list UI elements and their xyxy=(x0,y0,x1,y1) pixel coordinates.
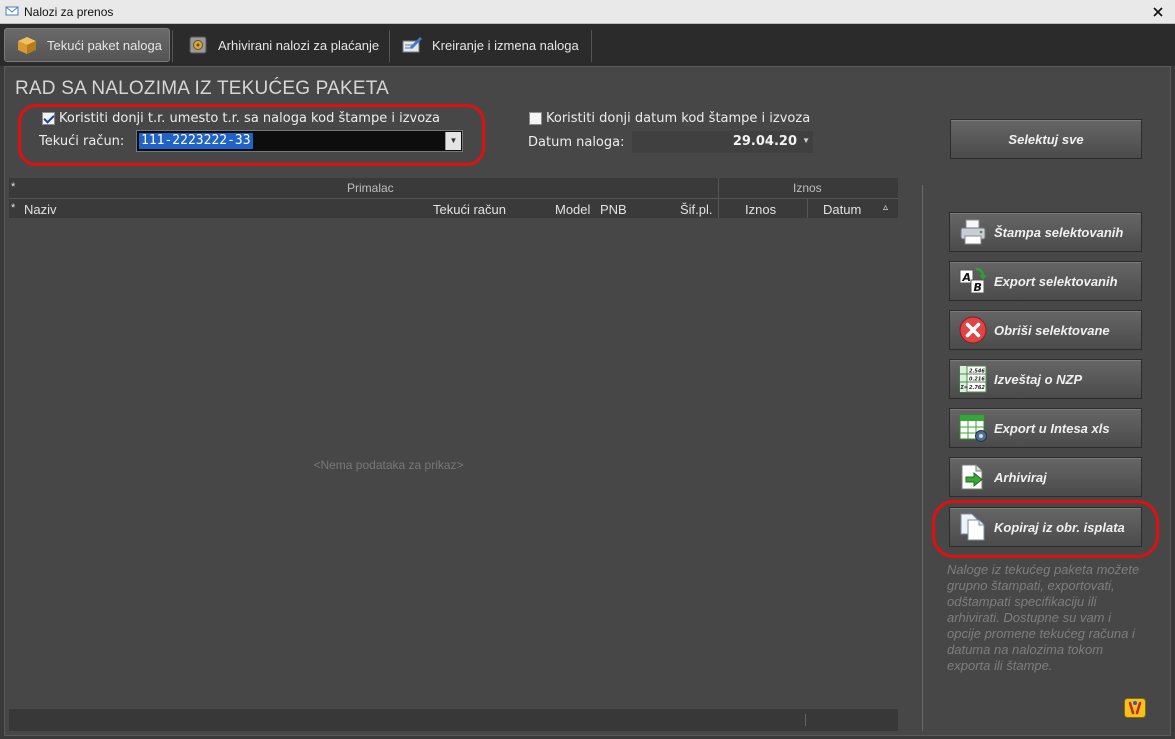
copy-from-payouts-label: Kopiraj iz obr. isplata xyxy=(994,519,1125,535)
tab-archived-orders[interactable]: Arhivirani nalozi za plaćanje xyxy=(176,28,388,62)
tab-strip: Tekući paket naloga Arhivirani nalozi za… xyxy=(0,24,1175,66)
main-panel: RAD SA NALOZIMA IZ TEKUĆEG PAKETA Korist… xyxy=(4,66,1171,736)
panel-divider xyxy=(922,185,923,731)
app-icon xyxy=(5,6,19,16)
tab-create-edit-orders[interactable]: Kreiranje i izmena naloga xyxy=(390,28,590,62)
export-selected-button[interactable]: A B Export selektovanih xyxy=(949,261,1142,301)
column-header-tekuci-racun[interactable]: Tekući račun xyxy=(433,202,506,217)
sort-ascending-icon[interactable]: ▵ xyxy=(883,202,888,213)
window-title: Nalozi za prenos xyxy=(24,5,114,19)
use-account-label: Koristiti donji t.r. umesto t.r. sa nalo… xyxy=(59,111,440,126)
tab-label: Kreiranje i izmena naloga xyxy=(432,37,579,53)
column-header-datum[interactable]: Datum xyxy=(823,202,861,217)
column-header-naziv[interactable]: Naziv xyxy=(24,202,57,217)
archive-label: Arhiviraj xyxy=(994,469,1047,485)
print-selected-label: Štampa selektovanih xyxy=(994,224,1124,240)
use-account-checkbox[interactable] xyxy=(42,112,55,125)
footer-separator xyxy=(805,714,806,726)
report-icon-value: 0.216 xyxy=(969,377,985,383)
svg-text:B: B xyxy=(974,281,982,294)
printer-icon xyxy=(960,219,986,245)
date-value: 29.04.20 xyxy=(732,134,797,149)
group-row-marker: * xyxy=(11,181,16,193)
account-combobox[interactable]: 111-2223222-33 ▼ xyxy=(136,130,463,152)
export-selected-label: Export selektovanih xyxy=(994,273,1118,289)
select-all-label: Selektuj sve xyxy=(1008,131,1084,147)
column-header-pnb[interactable]: PNB xyxy=(600,202,627,217)
chevron-down-icon[interactable]: ▼ xyxy=(802,136,810,145)
archive-button[interactable]: Arhiviraj xyxy=(949,457,1142,497)
report-icon-value: 2.546 xyxy=(969,369,985,375)
package-icon xyxy=(18,37,36,54)
tab-separator xyxy=(591,30,592,62)
column-separator xyxy=(807,198,808,218)
help-text: Naloge iz tekućeg paketa možete grupno š… xyxy=(947,562,1140,673)
column-header-model[interactable]: Model xyxy=(555,202,590,217)
column-header-iznos[interactable]: Iznos xyxy=(745,202,776,217)
nzp-report-button[interactable]: 2.546 0.216 Σ= 2.762 Izveštaj o NZP xyxy=(949,359,1142,399)
empty-grid-message: <Nema podataka za prikaz> xyxy=(313,458,464,472)
date-label: Datum naloga: xyxy=(528,135,625,150)
group-header-primalac: Primalac xyxy=(347,181,394,195)
use-date-checkbox[interactable] xyxy=(529,112,542,125)
report-icon-value: 2.762 xyxy=(969,385,985,391)
row-marker-header: * xyxy=(11,202,16,214)
grid-body[interactable]: <Nema podataka za prikaz> xyxy=(9,218,898,709)
close-icon[interactable] xyxy=(1149,3,1167,21)
tab-separator xyxy=(172,30,173,62)
select-all-button[interactable]: Selektuj sve xyxy=(950,119,1142,159)
date-picker[interactable]: 29.04.20 ▼ xyxy=(632,131,813,153)
report-icon-sum: Σ= xyxy=(961,385,969,391)
archive-safe-icon xyxy=(189,36,207,54)
spreadsheet-gear-icon xyxy=(959,414,987,442)
group-header-iznos: Iznos xyxy=(793,181,822,195)
archive-arrow-icon xyxy=(961,464,983,490)
delete-selected-button[interactable]: Obriši selektovane xyxy=(949,310,1142,350)
delete-icon xyxy=(959,316,987,344)
edit-document-icon xyxy=(402,37,422,53)
delete-selected-label: Obriši selektovane xyxy=(994,322,1110,338)
copy-icon xyxy=(960,513,985,541)
export-intesa-label: Export u Intesa xls xyxy=(994,420,1110,436)
tab-label: Tekući paket naloga xyxy=(47,37,162,53)
export-ab-icon: A B xyxy=(959,267,987,294)
chevron-down-icon[interactable]: ▼ xyxy=(445,132,461,150)
use-date-label: Koristiti donji datum kod štampe i izvoz… xyxy=(546,111,811,126)
tab-label: Arhivirani nalozi za plaćanje xyxy=(218,37,380,53)
grid-footer xyxy=(9,709,898,731)
nzp-report-label: Izveštaj o NZP xyxy=(994,371,1083,387)
account-label: Tekući račun: xyxy=(39,134,125,149)
column-header-sif-pl[interactable]: Šif.pl. xyxy=(680,202,713,217)
copy-from-payouts-button[interactable]: Kopiraj iz obr. isplata xyxy=(949,507,1142,547)
svg-text:A: A xyxy=(962,271,972,284)
report-table-icon: 2.546 0.216 Σ= 2.762 xyxy=(959,365,987,393)
account-input[interactable]: 111-2223222-33 xyxy=(139,133,253,149)
print-selected-button[interactable]: Štampa selektovanih xyxy=(949,212,1142,252)
page-title: RAD SA NALOZIMA IZ TEKUĆEG PAKETA xyxy=(15,78,390,99)
window-titlebar: Nalozi za prenos xyxy=(0,0,1175,24)
tab-current-package[interactable]: Tekući paket naloga xyxy=(4,28,170,62)
header-row-separator xyxy=(9,198,898,199)
grid-header: * Primalac Iznos * Naziv Tekući račun Mo… xyxy=(9,178,898,218)
help-icon[interactable] xyxy=(1124,698,1146,718)
export-intesa-button[interactable]: Export u Intesa xls xyxy=(949,408,1142,448)
